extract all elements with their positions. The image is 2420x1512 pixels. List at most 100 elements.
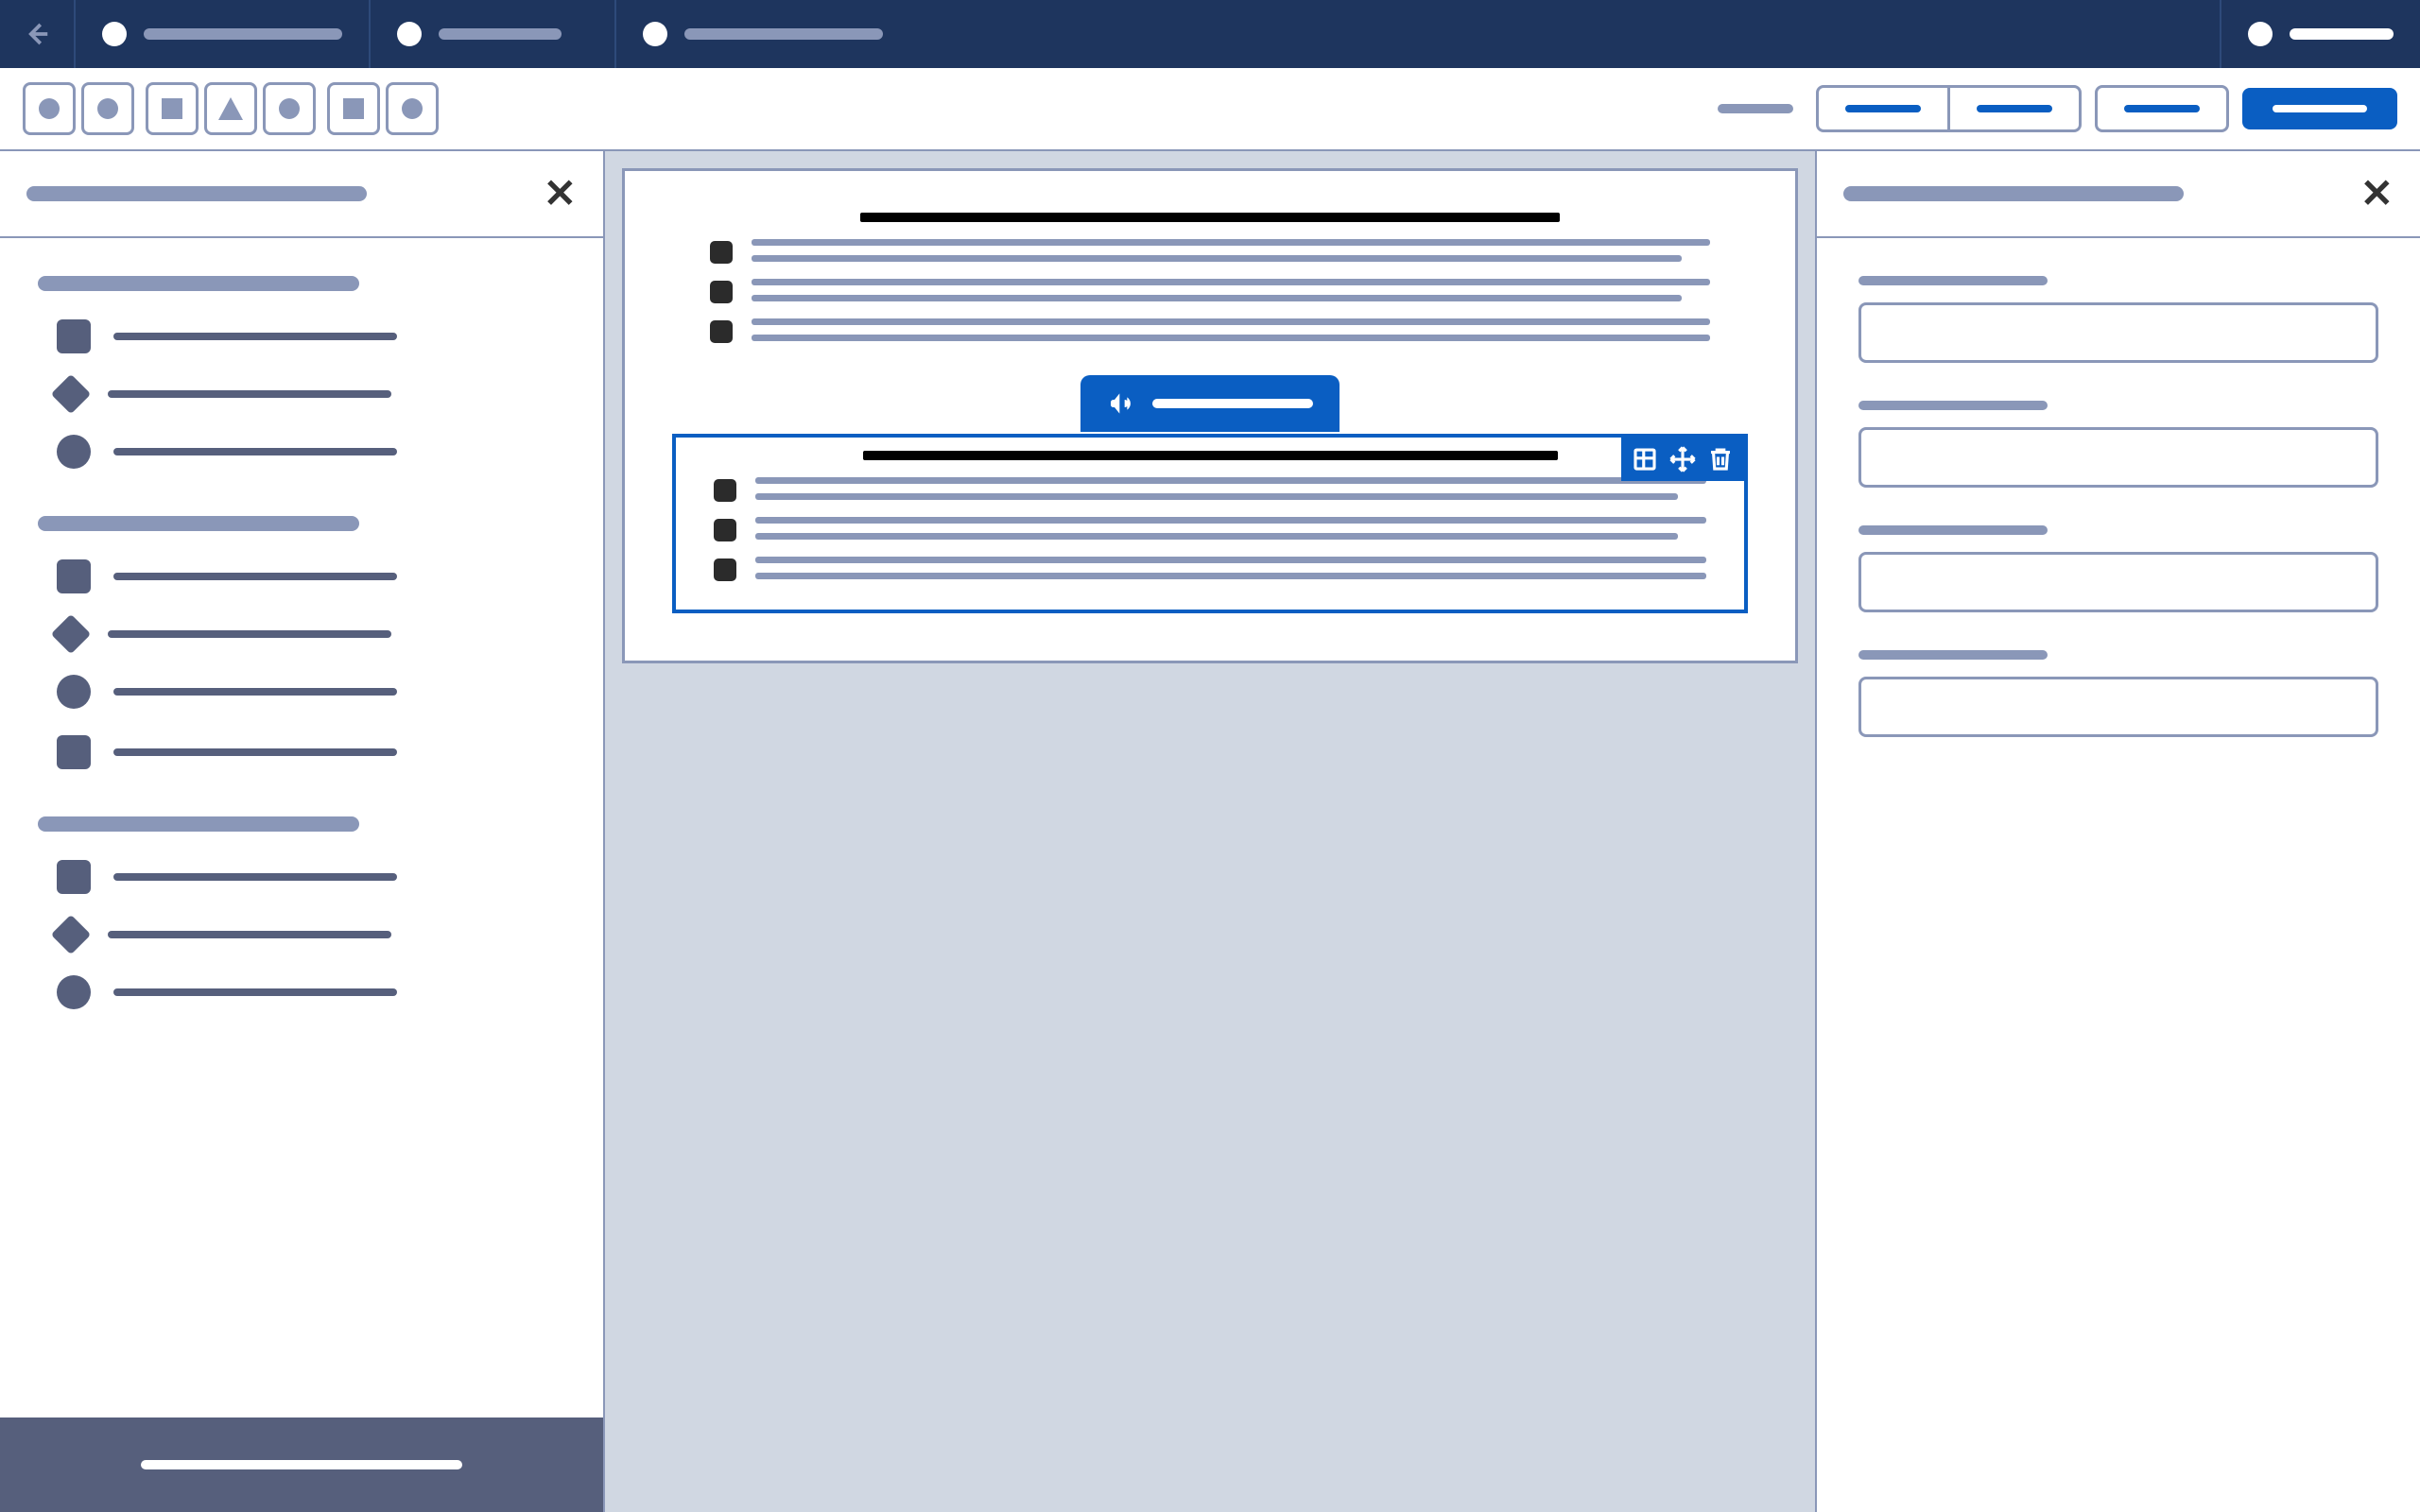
component-item-label <box>113 688 397 696</box>
duplicate-icon[interactable] <box>1631 445 1659 473</box>
bullet-icon <box>710 241 733 264</box>
component-item-label <box>108 630 391 638</box>
component-item[interactable] <box>38 675 565 709</box>
close-icon: ✕ <box>544 171 577 215</box>
component-item-label <box>108 931 391 938</box>
tool-button-square[interactable] <box>146 82 199 135</box>
left-panel-footer-button[interactable] <box>0 1418 603 1512</box>
component-item[interactable] <box>38 319 565 353</box>
component-group <box>38 516 565 769</box>
breadcrumb-tab-3[interactable] <box>616 0 909 68</box>
block-item-text <box>752 239 1710 262</box>
property-label <box>1858 401 2048 410</box>
tool-button-square-2[interactable] <box>327 82 380 135</box>
canvas <box>622 168 1798 663</box>
tool-button-circle-3[interactable] <box>263 82 316 135</box>
block-item-text <box>755 477 1706 500</box>
tab-label <box>439 28 562 40</box>
property-input[interactable] <box>1858 427 2378 488</box>
block-item-text <box>755 517 1706 540</box>
canvas-block[interactable] <box>672 199 1748 371</box>
right-panel-content <box>1817 238 2420 813</box>
component-item[interactable] <box>38 380 565 408</box>
block-list-item <box>710 239 1710 264</box>
toolbar-group-3 <box>327 82 439 135</box>
block-item-text <box>752 279 1710 301</box>
block-title <box>863 451 1558 460</box>
bullet-icon <box>710 281 733 303</box>
property-input[interactable] <box>1858 552 2378 612</box>
component-item[interactable] <box>38 975 565 1009</box>
component-item-label <box>113 448 397 455</box>
user-menu[interactable] <box>2220 0 2420 68</box>
close-icon: ✕ <box>2360 171 2394 215</box>
view-toggle <box>1816 85 2082 132</box>
block-list-item <box>710 279 1710 303</box>
toolbar <box>0 68 2420 151</box>
property-label <box>1858 525 2048 535</box>
component-item-label <box>113 748 397 756</box>
component-item-label <box>113 573 397 580</box>
property-field <box>1858 401 2378 488</box>
component-item[interactable] <box>38 860 565 894</box>
component-item[interactable] <box>38 920 565 949</box>
close-right-panel-button[interactable]: ✕ <box>2360 174 2394 214</box>
arrow-left-icon <box>23 20 51 48</box>
property-input[interactable] <box>1858 302 2378 363</box>
view-toggle-option-1[interactable] <box>1819 88 1950 129</box>
component-item[interactable] <box>38 735 565 769</box>
square-icon <box>57 735 91 769</box>
circle-icon <box>57 675 91 709</box>
component-group-title <box>38 816 359 832</box>
block-item-text <box>755 557 1706 579</box>
square-icon <box>57 319 91 353</box>
square-icon <box>57 860 91 894</box>
bullet-icon <box>714 479 736 502</box>
block-item-text <box>752 318 1710 341</box>
property-label <box>1858 650 2048 660</box>
toolbar-link[interactable] <box>1718 104 1793 113</box>
canvas-area[interactable] <box>605 151 1815 1512</box>
move-icon[interactable] <box>1668 445 1697 473</box>
view-toggle-option-2[interactable] <box>1950 88 2079 129</box>
property-input[interactable] <box>1858 677 2378 737</box>
circle-icon <box>57 975 91 1009</box>
left-panel-content <box>0 238 603 1418</box>
property-label <box>1858 276 2048 285</box>
toolbar-group-1 <box>23 82 134 135</box>
block-list-item <box>710 318 1710 343</box>
tool-button-circle-2[interactable] <box>81 82 134 135</box>
user-label <box>2290 28 2394 40</box>
component-group <box>38 816 565 1009</box>
component-item-label <box>113 988 397 996</box>
left-panel-title <box>26 186 367 201</box>
diamond-icon <box>51 915 91 954</box>
component-item[interactable] <box>38 559 565 593</box>
primary-button[interactable] <box>2242 88 2397 129</box>
back-button[interactable] <box>0 0 76 68</box>
property-field <box>1858 525 2378 612</box>
block-type-tab[interactable] <box>1080 375 1340 432</box>
component-item[interactable] <box>38 435 565 469</box>
tool-button-circle-4[interactable] <box>386 82 439 135</box>
left-panel: ✕ <box>0 151 605 1512</box>
close-left-panel-button[interactable]: ✕ <box>544 174 577 214</box>
block-title <box>860 213 1561 222</box>
diamond-icon <box>51 374 91 414</box>
property-field <box>1858 650 2378 737</box>
canvas-block[interactable] <box>672 434 1748 613</box>
block-toolbar <box>1621 438 1744 481</box>
component-group <box>38 276 565 469</box>
component-group-title <box>38 516 359 531</box>
trash-icon[interactable] <box>1706 445 1735 473</box>
secondary-button[interactable] <box>2095 85 2229 132</box>
tool-button-circle-1[interactable] <box>23 82 76 135</box>
right-panel: ✕ <box>1815 151 2420 1512</box>
breadcrumb-tab-1[interactable] <box>76 0 371 68</box>
breadcrumb-tab-2[interactable] <box>371 0 616 68</box>
block-list-item <box>714 477 1706 502</box>
tool-button-triangle[interactable] <box>204 82 257 135</box>
square-icon <box>57 559 91 593</box>
topbar <box>0 0 2420 68</box>
component-item[interactable] <box>38 620 565 648</box>
